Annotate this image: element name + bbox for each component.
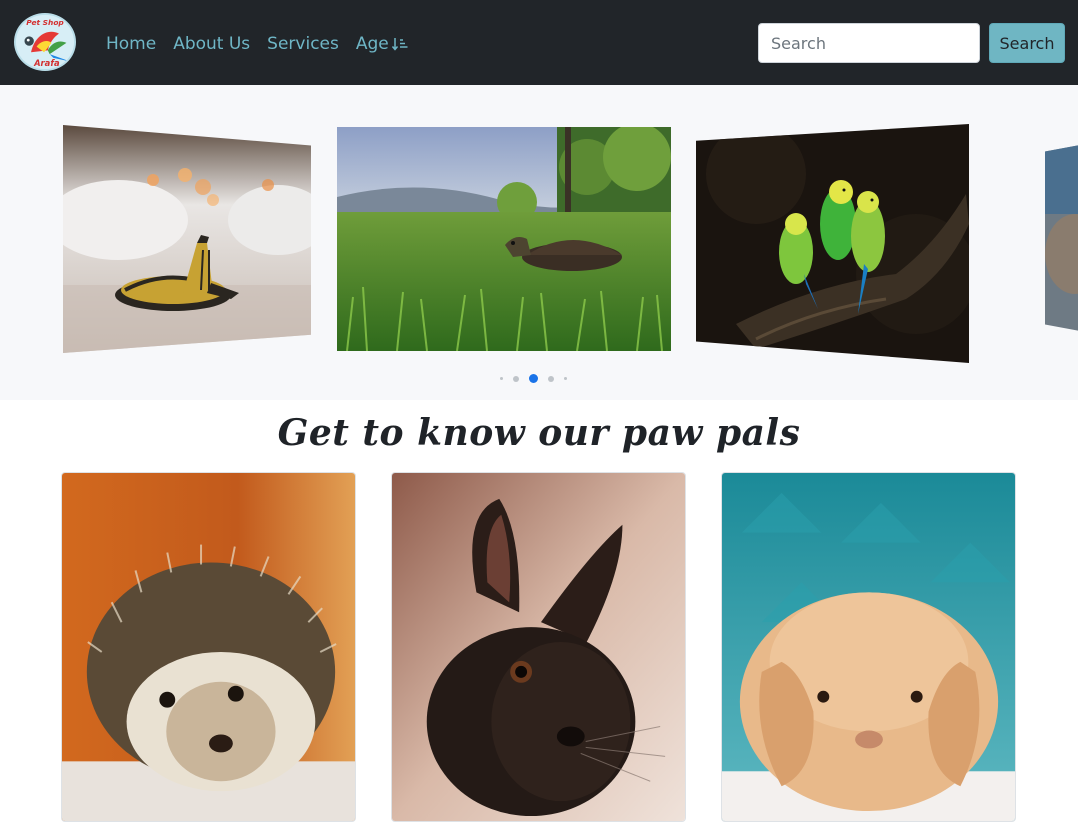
carousel-slide-partial[interactable] <box>1045 144 1078 332</box>
image-carousel[interactable] <box>0 85 1078 400</box>
carousel-slide-budgies[interactable] <box>696 124 969 363</box>
pet-card-hedgehog[interactable] <box>61 472 356 822</box>
pet-card-black-rabbit[interactable] <box>391 472 686 822</box>
svg-text:Pet Shop: Pet Shop <box>26 18 64 27</box>
navbar: Pet Shop Arafa Home About Us Services Ag… <box>0 0 1078 85</box>
carousel-slide-turtle-wood[interactable] <box>63 125 311 353</box>
nav-link-age-sort[interactable]: Age <box>356 34 408 54</box>
carousel-indicator-2[interactable] <box>513 375 519 382</box>
nav-link-age-label: Age <box>355 34 389 54</box>
carousel-slide-turtle-grass[interactable] <box>337 127 671 351</box>
carousel-indicator-1[interactable] <box>500 377 503 380</box>
section-title: Get to know our paw pals <box>277 412 801 454</box>
brand-logo[interactable]: Pet Shop Arafa <box>14 13 76 71</box>
nav-link-services[interactable]: Services <box>267 34 339 54</box>
carousel-indicator-4[interactable] <box>548 375 554 382</box>
nav-link-services-label: Services <box>267 34 339 54</box>
svg-text:Arafa: Arafa <box>33 58 60 68</box>
sort-down-icon <box>391 38 408 51</box>
nav-link-home[interactable]: Home <box>106 34 156 54</box>
search-button[interactable]: Search <box>989 23 1065 63</box>
carousel-indicator-3-active[interactable] <box>529 374 538 383</box>
nav-link-about-us-label: About Us <box>173 34 251 54</box>
carousel-indicators <box>500 374 567 383</box>
nav-link-home-label: Home <box>106 34 157 54</box>
main-nav: Home About Us Services Age <box>106 33 408 55</box>
nav-link-about-us[interactable]: About Us <box>173 34 250 54</box>
carousel-indicator-5[interactable] <box>564 377 567 380</box>
pet-card-lop-rabbit[interactable] <box>721 472 1016 822</box>
search-input[interactable] <box>758 23 980 63</box>
